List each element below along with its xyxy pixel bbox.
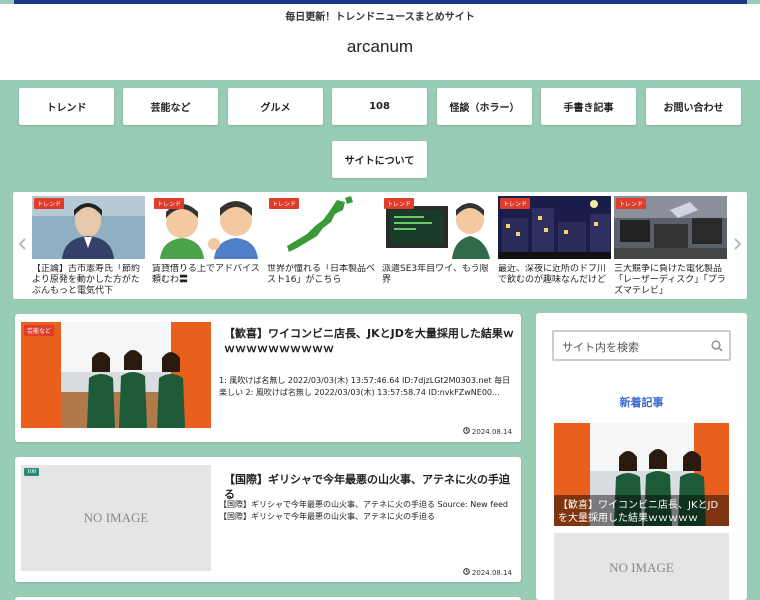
sidebar: サイト内を検索 新着記事 【歓喜】ワイコンビニ店長、JKとJDを大量採用した結果… bbox=[536, 313, 747, 600]
site-header: 毎日更新！トレンドニュースまとめサイト arcanum bbox=[0, 4, 760, 80]
no-image-text: NO IMAGE bbox=[609, 560, 674, 575]
sidebar-post[interactable]: 【歓喜】ワイコンビニ店長、JKとJDを大量採用した結果ｗｗｗｗｗ bbox=[554, 423, 729, 526]
post-title[interactable]: 【歓喜】ワイコンビニ店長、JKとJDを大量採用した結果ｗｗｗｗｗｗｗｗｗｗｗ bbox=[224, 326, 514, 356]
carousel-title[interactable]: 最近、深夜に近所のドブ川で飲むのが趣味なんだけど bbox=[498, 264, 611, 297]
post-date: 2024.08.14 bbox=[462, 568, 512, 577]
carousel-tag: トレンド bbox=[616, 198, 647, 209]
nav-handwritten[interactable]: 手書き記事 bbox=[541, 88, 636, 125]
carousel-thumbnail: トレンド bbox=[614, 196, 727, 259]
carousel-thumbnail: トレンド bbox=[32, 196, 145, 259]
carousel-item[interactable]: トレンド 世界が憧れる「日本製品ベスト16」がこちら bbox=[267, 196, 380, 297]
post-snippet: 【国際】ギリシャで今年最悪の山火事、アテネに火の手迫る Source: New … bbox=[219, 500, 508, 521]
no-image-text: NO IMAGE bbox=[83, 510, 149, 525]
post-thumbnail: 芸能など bbox=[21, 322, 211, 428]
nav-trend[interactable]: トレンド bbox=[19, 88, 114, 125]
nav-about[interactable]: サイトについて bbox=[332, 141, 427, 178]
post-title[interactable]: 【国際】ギリシャで今年最悪の山火事、アテネに火の手迫る bbox=[224, 472, 514, 502]
carousel-item[interactable]: トレンド 賃貸借りる上でアドバイス頼むわ〓 bbox=[152, 196, 265, 297]
carousel-thumbnail: トレンド bbox=[382, 196, 495, 259]
category-tag: 108 bbox=[24, 468, 39, 476]
featured-carousel: トレンド 【正論】古市憲寿氏「節約より原発を動かした方がたぶんもっと電気代下 ト… bbox=[13, 192, 747, 299]
carousel-title[interactable]: 賃貸借りる上でアドバイス頼むわ〓 bbox=[152, 264, 265, 297]
carousel-title[interactable]: 世界が憧れる「日本製品ベスト16」がこちら bbox=[267, 264, 380, 297]
site-tagline: 毎日更新！トレンドニュースまとめサイト bbox=[285, 12, 475, 23]
nav-contact[interactable]: お問い合わせ bbox=[646, 88, 741, 125]
no-image-placeholder: NO IMAGE 108 bbox=[21, 465, 211, 571]
nav-entertainment[interactable]: 芸能など bbox=[123, 88, 218, 125]
post-card[interactable]: 芸能など 【歓喜】ワイコンビニ店長、JKとJDを大量採用した結果ｗｗｗｗｗｗｗｗ… bbox=[15, 314, 521, 442]
carousel-tag: トレンド bbox=[384, 198, 415, 209]
new-posts-heading: 新着記事 bbox=[619, 396, 664, 409]
nav-gourmet[interactable]: グルメ bbox=[228, 88, 323, 125]
carousel-tag: トレンド bbox=[269, 198, 300, 209]
chevron-left-icon[interactable] bbox=[18, 238, 27, 254]
carousel-title[interactable]: 【正論】古市憲寿氏「節約より原発を動かした方がたぶんもっと電気代下 bbox=[32, 264, 145, 297]
carousel-title[interactable]: 三大競争に負けた電化製品「レーザーディスク」「プラズマテレビ」 bbox=[614, 264, 727, 297]
chevron-right-icon[interactable] bbox=[733, 238, 742, 254]
carousel-thumbnail: トレンド bbox=[498, 196, 611, 259]
carousel-title[interactable]: 派遣SE3年目ワイ、もう限界 bbox=[382, 264, 495, 297]
post-snippet: 1: 風吹けば名無し 2022/03/03(木) 13:57:46.64 ID:… bbox=[219, 376, 511, 397]
carousel-thumbnail: トレンド bbox=[267, 196, 380, 259]
carousel-item[interactable]: トレンド 最近、深夜に近所のドブ川で飲むのが趣味なんだけど bbox=[498, 196, 611, 297]
post-date: 2024.08.14 bbox=[462, 427, 512, 436]
site-logo[interactable]: arcanum bbox=[0, 37, 760, 57]
carousel-tag: トレンド bbox=[500, 198, 531, 209]
search-placeholder: サイト内を検索 bbox=[562, 341, 639, 354]
clock-icon bbox=[462, 427, 472, 436]
sidebar-post[interactable]: NO IMAGE bbox=[554, 533, 729, 600]
nav-horror[interactable]: 怪談（ホラー） bbox=[437, 88, 532, 125]
nav-108[interactable]: 108 bbox=[332, 88, 427, 125]
search-icon[interactable] bbox=[711, 340, 723, 352]
carousel-item[interactable]: トレンド 【正論】古市憲寿氏「節約より原発を動かした方がたぶんもっと電気代下 bbox=[32, 196, 145, 297]
carousel-thumbnail: トレンド bbox=[152, 196, 265, 259]
carousel-tag: トレンド bbox=[34, 198, 65, 209]
post-date-text: 2024.08.14 bbox=[471, 569, 512, 577]
sidebar-post-title[interactable]: 【歓喜】ワイコンビニ店長、JKとJDを大量採用した結果ｗｗｗｗｗ bbox=[558, 499, 726, 525]
clock-icon bbox=[462, 568, 472, 577]
post-card[interactable]: NO IMAGE 108 【国際】ギリシャで今年最悪の山火事、アテネに火の手迫る… bbox=[15, 457, 521, 582]
search-input[interactable]: サイト内を検索 bbox=[552, 330, 731, 361]
post-date-text: 2024.08.14 bbox=[471, 428, 512, 436]
carousel-item[interactable]: トレンド 派遣SE3年目ワイ、もう限界 bbox=[382, 196, 495, 297]
carousel-item[interactable]: トレンド 三大競争に負けた電化製品「レーザーディスク」「プラズマテレビ」 bbox=[614, 196, 727, 297]
category-tag: 芸能など bbox=[24, 325, 55, 336]
carousel-tag: トレンド bbox=[154, 198, 185, 209]
